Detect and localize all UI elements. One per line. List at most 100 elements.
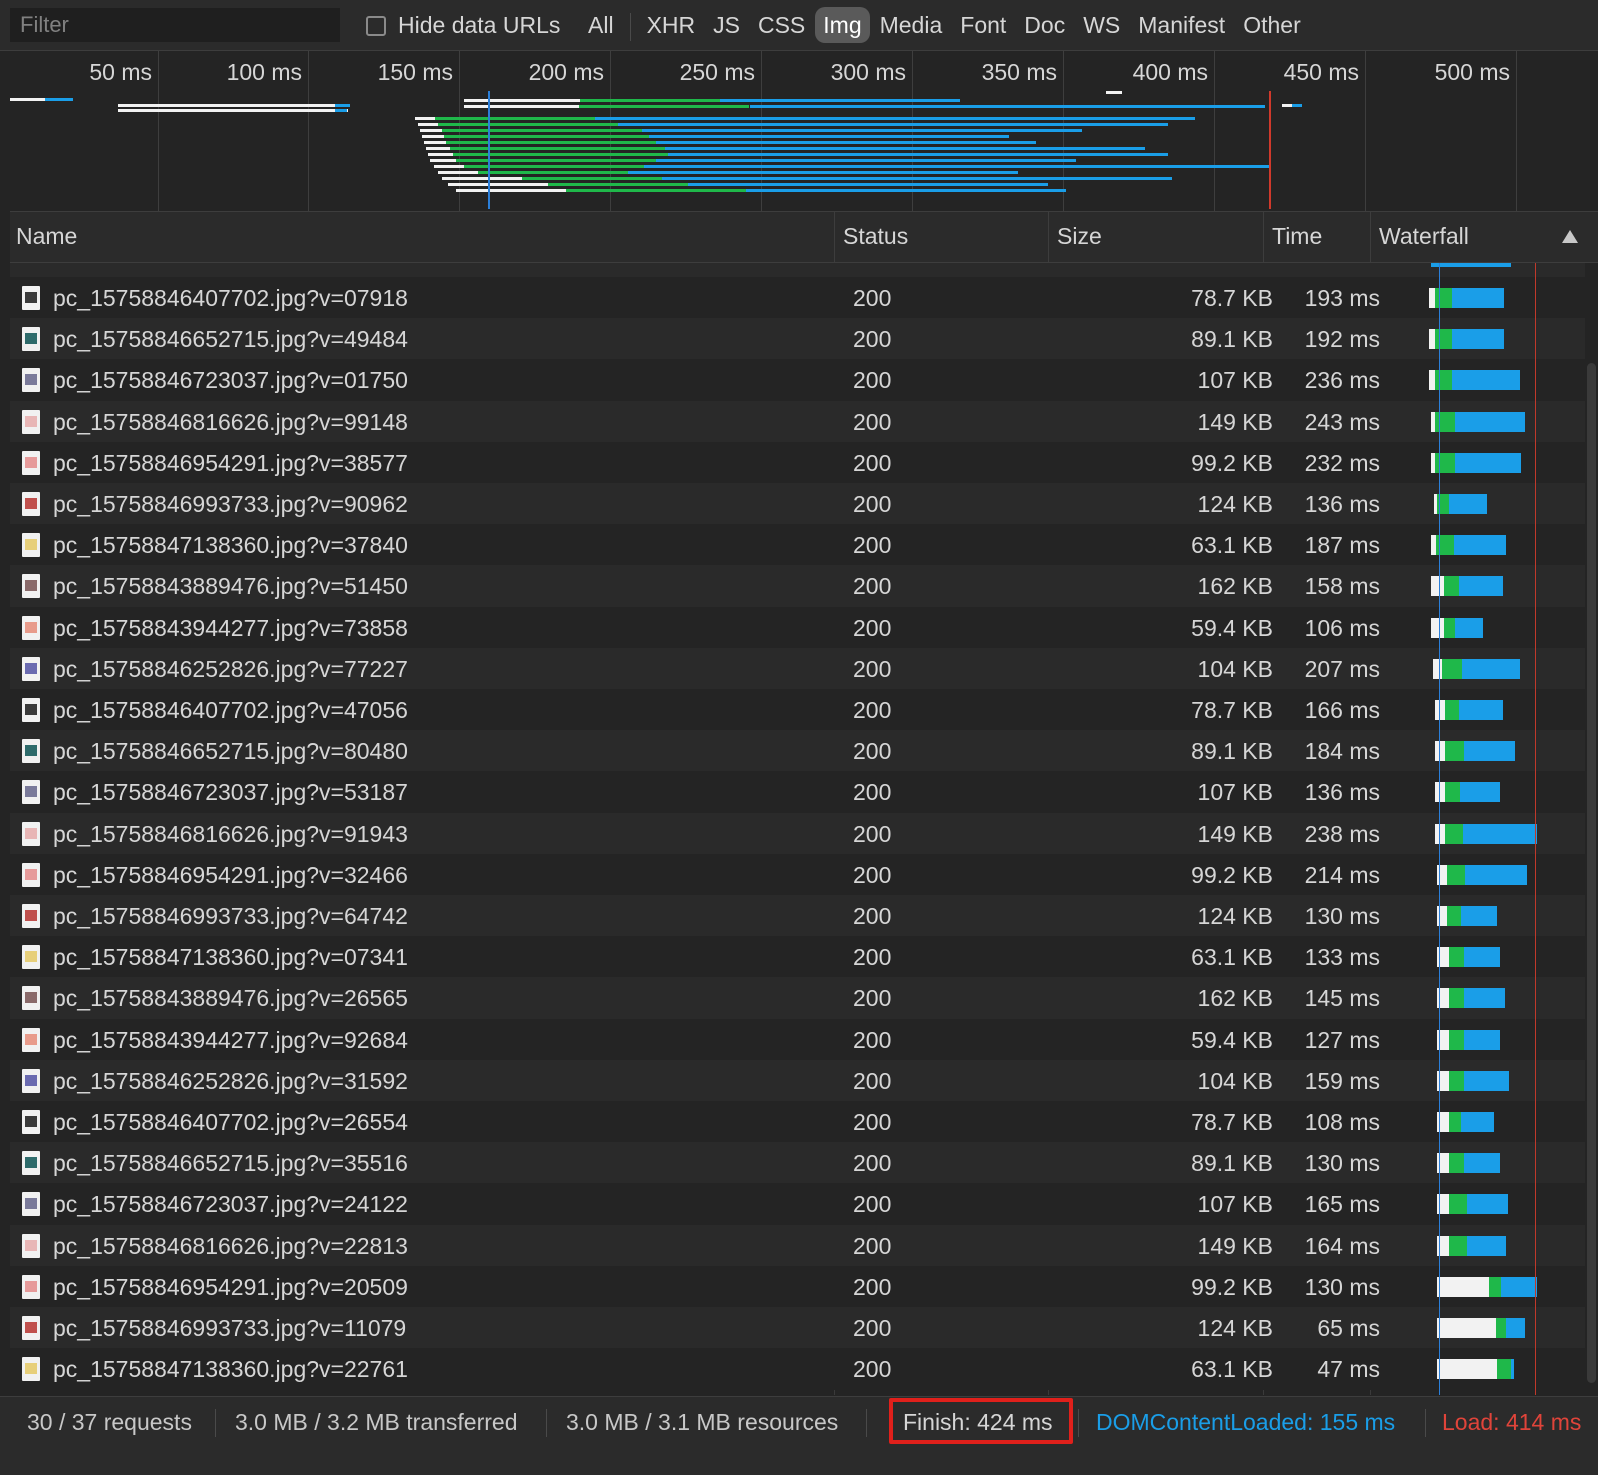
image-thumbnail-icon — [25, 415, 37, 427]
table-row[interactable]: pc_15758846816626.jpg?v=22813 200 149 KB 16… — [10, 1224, 1585, 1267]
request-status: 200 — [853, 820, 892, 847]
overview-bar-segment — [442, 177, 522, 180]
request-size: 124 KB — [1197, 491, 1273, 517]
table-row[interactable]: pc_15758846252826.jpg?v=77227 200 104 KB 20… — [10, 647, 1585, 690]
request-time: 136 ms — [1304, 779, 1380, 806]
scrollbar-thumb[interactable] — [1587, 363, 1596, 1383]
table-row[interactable]: pc_15758846954291.jpg?v=38577 200 99.2 KB 2… — [10, 441, 1585, 484]
overview-bar-segment — [418, 123, 438, 126]
waterfall-download-bar — [1454, 535, 1506, 556]
hide-data-urls-toggle[interactable]: Hide data URLs — [366, 12, 560, 39]
request-name: pc_15758846723037.jpg?v=24122 — [53, 1191, 408, 1218]
overview-bar-segment — [464, 165, 644, 168]
request-time: 164 ms — [1304, 1232, 1380, 1259]
column-header-status[interactable]: Status — [843, 212, 908, 262]
image-thumbnail-icon — [25, 868, 37, 880]
table-row[interactable]: pc_15758846407702.jpg?v=26554 200 78.7 KB 1… — [10, 1101, 1585, 1143]
request-time: 106 ms — [1304, 614, 1380, 641]
table-row[interactable]: pc_15758846954291.jpg?v=32466 200 99.2 KB 2… — [10, 853, 1585, 896]
request-size: 107 KB — [1197, 1191, 1273, 1218]
table-row[interactable]: pc_15758846252826.jpg?v=31592 200 104 KB 15… — [10, 1059, 1585, 1102]
column-divider[interactable] — [1263, 212, 1264, 262]
waterfall-download-bar — [1460, 782, 1500, 803]
table-row[interactable]: pc_15758843889476.jpg?v=51450 200 162 KB 15… — [10, 565, 1585, 608]
image-thumbnail-icon — [25, 745, 37, 757]
hide-data-urls-checkbox[interactable] — [366, 15, 386, 36]
overview-bar-segment — [1282, 104, 1292, 107]
type-filter-ws[interactable]: WS — [1075, 7, 1128, 43]
table-row[interactable]: pc_15758843944277.jpg?v=92684 200 59.4 KB 1… — [10, 1018, 1585, 1061]
request-time: 165 ms — [1304, 1191, 1380, 1218]
image-file-icon — [22, 904, 40, 928]
request-status: 200 — [853, 367, 892, 394]
table-row-partial[interactable] — [10, 263, 1585, 278]
overview-bar-segment — [1106, 91, 1122, 94]
type-filter-xhr[interactable]: XHR — [639, 7, 704, 43]
overview-bar-segment — [426, 147, 450, 150]
type-filter-other[interactable]: Other — [1235, 7, 1309, 43]
type-filter-manifest[interactable]: Manifest — [1130, 7, 1233, 43]
waterfall-waiting-bar — [1442, 658, 1462, 679]
table-row[interactable]: pc_15758846993733.jpg?v=11079 200 124 KB 65… — [10, 1307, 1585, 1349]
summary-load: Load: 414 ms — [1442, 1409, 1582, 1435]
request-size: 89.1 KB — [1191, 326, 1273, 353]
type-filter-js[interactable]: JS — [705, 7, 748, 43]
overview-bar-segment — [453, 153, 668, 156]
request-list-scrollbar[interactable] — [1585, 263, 1598, 1395]
waterfall-download-bar — [1467, 1235, 1506, 1256]
overview-bar-segment — [642, 129, 1082, 132]
table-row[interactable]: pc_15758846816626.jpg?v=91943 200 149 KB 23… — [10, 812, 1585, 855]
filter-input[interactable] — [10, 8, 340, 42]
request-size: 149 KB — [1197, 408, 1273, 435]
table-row[interactable]: pc_15758846652715.jpg?v=49484 200 89.1 KB 1… — [10, 318, 1585, 361]
table-row[interactable]: pc_15758843889476.jpg?v=26565 200 162 KB 14… — [10, 977, 1585, 1020]
table-row[interactable]: pc_15758846723037.jpg?v=53187 200 107 KB 13… — [10, 771, 1585, 814]
column-header-time[interactable]: Time — [1272, 212, 1322, 262]
table-row[interactable]: pc_15758846723037.jpg?v=01750 200 107 KB 23… — [10, 359, 1585, 402]
table-row[interactable]: pc_15758843944277.jpg?v=73858 200 59.4 KB 1… — [10, 606, 1585, 649]
table-row[interactable]: pc_15758846954291.jpg?v=20509 200 99.2 KB 1… — [10, 1265, 1585, 1308]
table-row[interactable]: pc_15758847138360.jpg?v=22761 200 63.1 KB 4… — [10, 1348, 1585, 1391]
request-time: 130 ms — [1304, 1150, 1380, 1177]
table-row[interactable]: pc_15758847138360.jpg?v=07341 200 63.1 KB 1… — [10, 936, 1585, 979]
table-row[interactable]: pc_15758846652715.jpg?v=80480 200 89.1 KB 1… — [10, 730, 1585, 773]
overview-tick-line — [1365, 51, 1366, 211]
image-file-icon — [22, 492, 40, 516]
column-header-size[interactable]: Size — [1057, 212, 1102, 262]
waterfall-download-bar — [1464, 1070, 1509, 1091]
request-status: 200 — [853, 1150, 892, 1177]
hide-data-urls-label: Hide data URLs — [398, 12, 561, 38]
type-filter-font[interactable]: Font — [952, 7, 1014, 43]
table-row[interactable]: pc_15758847138360.jpg?v=37840 200 63.1 KB 1… — [10, 524, 1585, 567]
overview-tick-label: 50 ms — [89, 59, 152, 85]
overview-tick-label: 450 ms — [1283, 59, 1359, 85]
column-divider[interactable] — [1370, 212, 1371, 262]
waterfall-waiting-bar — [1449, 947, 1464, 968]
table-row[interactable]: pc_15758846652715.jpg?v=35516 200 89.1 KB 1… — [10, 1142, 1585, 1185]
type-filter-css[interactable]: CSS — [750, 7, 813, 43]
image-file-icon — [22, 1316, 40, 1340]
sort-ascending-icon[interactable] — [1562, 230, 1578, 243]
table-row[interactable]: pc_15758846816626.jpg?v=99148 200 149 KB 24… — [10, 400, 1585, 443]
column-divider[interactable] — [1048, 212, 1049, 262]
type-filter-all[interactable]: All — [580, 7, 622, 43]
type-filter-img[interactable]: Img — [815, 7, 870, 43]
table-row[interactable]: pc_15758846993733.jpg?v=90962 200 124 KB 13… — [10, 483, 1585, 525]
column-header-name[interactable]: Name — [16, 212, 77, 262]
table-row[interactable]: pc_15758846407702.jpg?v=47056 200 78.7 KB 1… — [10, 689, 1585, 731]
table-row[interactable]: pc_15758846407702.jpg?v=07918 200 78.7 KB 1… — [10, 277, 1585, 319]
timeline-overview[interactable]: 50 ms 100 ms 150 ms 200 ms 250 ms 300 ms 350 m… — [10, 51, 1598, 212]
request-size: 99.2 KB — [1191, 1273, 1273, 1300]
column-header-waterfall[interactable]: Waterfall — [1379, 212, 1469, 262]
table-row[interactable]: pc_15758846993733.jpg?v=64742 200 124 KB 13… — [10, 895, 1585, 937]
request-size: 162 KB — [1197, 985, 1273, 1012]
type-filter-doc[interactable]: Doc — [1016, 7, 1073, 43]
image-file-icon — [22, 821, 40, 846]
request-name: pc_15758846723037.jpg?v=53187 — [53, 779, 408, 806]
request-status: 200 — [853, 985, 892, 1012]
waterfall-waiting-bar — [1435, 288, 1452, 308]
type-filter-media[interactable]: Media — [872, 7, 951, 43]
table-row[interactable]: pc_15758846723037.jpg?v=24122 200 107 KB 16… — [10, 1183, 1585, 1226]
column-divider[interactable] — [834, 212, 835, 262]
overview-tick-line — [308, 51, 309, 211]
